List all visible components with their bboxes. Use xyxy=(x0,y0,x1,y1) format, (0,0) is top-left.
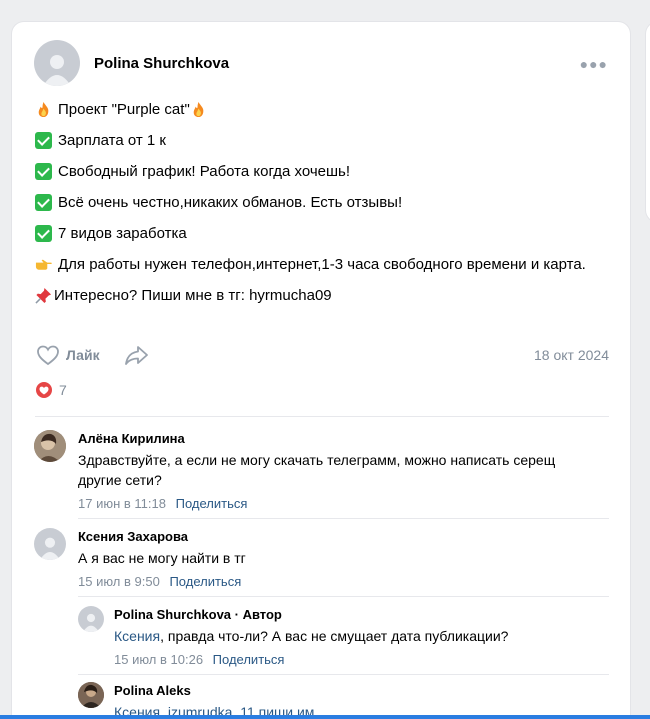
post-line-text: Зарплата от 1 к xyxy=(58,132,166,149)
comment-body: Алёна Кирилина Здравствуйте, а если не м… xyxy=(78,430,598,511)
heart-reaction-icon xyxy=(36,382,52,398)
post-line: Всё очень честно,никаких обманов. Есть о… xyxy=(35,191,615,214)
reactions-summary[interactable]: 7 xyxy=(36,382,67,398)
comment-text: Здравствуйте, а если не могу скачать тел… xyxy=(78,452,556,488)
comment-time[interactable]: 15 июл в 10:26 xyxy=(114,652,203,667)
reply: Polina Shurchkova · Автор Ксения, правда… xyxy=(78,606,508,667)
comment: Алёна Кирилина Здравствуйте, а если не м… xyxy=(34,430,598,511)
post-line-text: Для работы нужен телефон,интернет,1-3 ча… xyxy=(58,256,586,273)
reply: Polina Aleks Ксения, izumrudka_11 пиши и… xyxy=(78,682,314,719)
comment-body: Ксения Захарова А я вас не могу найти в … xyxy=(78,528,246,589)
user-photo-icon xyxy=(34,430,66,462)
comment-time[interactable]: 15 июл в 9:50 xyxy=(78,574,160,589)
post-card: Polina Shurchkova ●●● Проект "Purple cat… xyxy=(12,22,630,719)
bottom-progress-bar xyxy=(0,715,650,719)
commenter-avatar[interactable] xyxy=(34,528,66,560)
post-line-text: Проект "Purple cat" xyxy=(58,101,190,118)
reply-author[interactable]: Polina Aleks xyxy=(114,682,314,700)
like-label: Лайк xyxy=(66,347,100,363)
comment-meta: 15 июл в 9:50 Поделиться xyxy=(78,574,246,589)
fire-icon xyxy=(193,101,204,118)
commenter-avatar[interactable] xyxy=(78,606,104,632)
check-icon xyxy=(35,194,52,211)
post-line: Для работы нужен телефон,интернет,1-3 ча… xyxy=(35,253,615,276)
post-text: Проект "Purple cat" Зарплата от 1 к Своб… xyxy=(35,98,615,315)
more-icon[interactable]: ●●● xyxy=(580,56,608,72)
divider xyxy=(78,596,609,597)
comment-meta: 17 июн в 11:18 Поделиться xyxy=(78,496,598,511)
post-line-text: Всё очень честно,никаких обманов. Есть о… xyxy=(58,194,403,211)
comment: Ксения Захарова А я вас не могу найти в … xyxy=(34,528,246,589)
post-line: 7 видов заработка xyxy=(35,222,615,245)
comment-author[interactable]: Алёна Кирилина xyxy=(78,430,598,448)
divider xyxy=(78,674,609,675)
comment-share-link[interactable]: Поделиться xyxy=(169,574,241,589)
post-header: Polina Shurchkova xyxy=(34,40,229,86)
comment-text: А я вас не могу найти в тг xyxy=(78,550,246,566)
commenter-avatar[interactable] xyxy=(34,430,66,462)
check-icon xyxy=(35,132,52,149)
comment-share-link[interactable]: Поделиться xyxy=(176,496,248,511)
comment-time[interactable]: 17 июн в 11:18 xyxy=(78,496,166,511)
mention-link[interactable]: Ксения xyxy=(114,628,160,644)
author-avatar[interactable] xyxy=(34,40,80,86)
pushpin-icon xyxy=(35,287,52,304)
post-line-text: Свободный график! Работа когда хочешь! xyxy=(58,163,351,180)
divider xyxy=(78,518,609,519)
comment-body: Polina Shurchkova · Автор Ксения, правда… xyxy=(114,606,508,667)
heart-outline-icon xyxy=(37,345,59,366)
post-actions: Лайк xyxy=(36,344,150,366)
post-line: Зарплата от 1 к xyxy=(35,129,615,152)
post-line: Свободный график! Работа когда хочешь! xyxy=(35,160,615,183)
divider xyxy=(35,416,609,417)
user-silhouette-icon xyxy=(82,613,100,632)
point-right-icon xyxy=(35,259,52,270)
check-icon xyxy=(35,225,52,242)
post-line: Интересно? Пиши мне в тг: hyrmucha09 xyxy=(35,284,615,307)
reply-author[interactable]: Polina Shurchkova · Автор xyxy=(114,606,508,624)
user-photo-icon xyxy=(78,682,104,708)
side-card xyxy=(646,22,650,222)
reactions-count: 7 xyxy=(59,382,67,398)
fire-icon xyxy=(38,101,49,118)
reply-text-body: , правда что-ли? А вас не смущает дата п… xyxy=(160,628,509,644)
user-silhouette-icon xyxy=(39,537,61,560)
author-name[interactable]: Polina Shurchkova xyxy=(94,55,229,72)
comment-author[interactable]: Ксения Захарова xyxy=(78,528,246,546)
page: Polina Shurchkova ●●● Проект "Purple cat… xyxy=(0,0,650,719)
post-line: Проект "Purple cat" xyxy=(35,98,615,121)
like-button[interactable]: Лайк xyxy=(36,344,100,366)
reply-text: Ксения, правда что-ли? А вас не смущает … xyxy=(114,626,508,646)
share-icon[interactable] xyxy=(124,344,150,366)
comment-share-link[interactable]: Поделиться xyxy=(213,652,285,667)
post-line-text: 7 видов заработка xyxy=(58,225,187,242)
post-date[interactable]: 18 окт 2024 xyxy=(534,347,609,363)
check-icon xyxy=(35,163,52,180)
comment-body: Polina Aleks Ксения, izumrudka_11 пиши и… xyxy=(114,682,314,719)
post-line-text: Интересно? Пиши мне в тг: hyrmucha09 xyxy=(54,287,332,304)
user-silhouette-icon xyxy=(43,55,71,86)
commenter-avatar[interactable] xyxy=(78,682,104,708)
comment-meta: 15 июл в 10:26 Поделиться xyxy=(114,652,508,667)
